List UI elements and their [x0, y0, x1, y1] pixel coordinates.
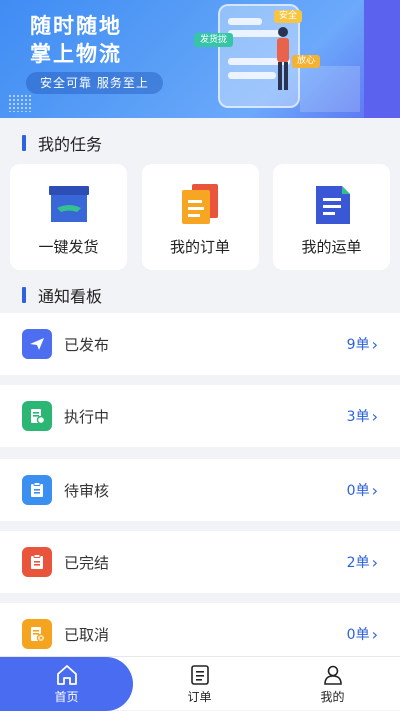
task-label: 一键发货 [38, 238, 99, 256]
tab-label: 订单 [187, 689, 212, 704]
banner-title-line1: 随时随地 [30, 14, 122, 38]
doc-cancel-icon [22, 619, 52, 649]
task-card-ship[interactable]: 一键发货 [10, 164, 127, 270]
notice-row-completed[interactable]: 已完结 2单 › [0, 531, 400, 593]
notice-row-in-progress[interactable]: 执行中 3单 › [0, 385, 400, 447]
task-label: 我的订单 [169, 238, 230, 256]
chevron-right-icon: › [371, 624, 378, 644]
doc-gear-icon [22, 401, 52, 431]
user-icon [323, 665, 342, 685]
order-list-icon [190, 664, 209, 685]
banner-stripe [364, 0, 400, 118]
clipboard-check-icon [22, 547, 52, 577]
waybill-doc-icon [315, 186, 350, 224]
chevron-right-icon: › [371, 406, 378, 426]
task-cards: 一键发货 我的订单 我的运单 [10, 164, 390, 270]
tab-orders[interactable]: 订单 [133, 657, 266, 711]
order-doc-icon [182, 184, 218, 224]
paper-plane-icon [22, 329, 52, 359]
section-title-text: 通知看板 [38, 287, 103, 306]
chevron-right-icon: › [371, 334, 378, 354]
section-my-tasks: 我的任务 [22, 131, 102, 155]
tab-label: 首页 [54, 689, 79, 704]
tab-home[interactable]: 首页 [0, 657, 133, 711]
banner-tag-safe: 安全 [274, 10, 303, 23]
banner-tag-send: 发货拢 [194, 33, 234, 47]
banner-dots-decoration [8, 94, 32, 112]
notice-row-published[interactable]: 已发布 9单 › [0, 313, 400, 375]
promo-banner[interactable]: 随时随地 掌上物流 安全可靠 服务至上 发货拢 安全 放心 [0, 0, 400, 118]
notice-count: 2单 › [346, 552, 378, 572]
notice-count: 0单 › [346, 624, 378, 644]
notice-label: 待审核 [64, 481, 110, 500]
notice-count: 3单 › [346, 406, 378, 426]
banner-boxes-illustration [300, 66, 360, 112]
chevron-right-icon: › [371, 552, 378, 572]
task-card-orders[interactable]: 我的订单 [141, 164, 259, 270]
tab-label: 我的 [320, 689, 345, 704]
section-accent-bar [22, 135, 26, 151]
person-illustration [277, 27, 289, 90]
banner-title-line2: 掌上物流 [30, 42, 122, 66]
clipboard-icon [22, 475, 52, 505]
section-accent-bar [22, 287, 26, 303]
box-icon [48, 186, 89, 222]
notice-count: 0单 › [346, 480, 378, 500]
bottom-tab-bar: 首页 订单 我的 [0, 656, 400, 711]
task-card-waybills[interactable]: 我的运单 [273, 164, 390, 270]
notice-count: 9单 › [346, 334, 378, 354]
chevron-right-icon: › [371, 480, 378, 500]
notice-label: 执行中 [64, 407, 110, 426]
home-icon [56, 664, 77, 685]
banner-tag-heart: 放心 [292, 55, 321, 68]
notice-label: 已取消 [64, 625, 110, 644]
notice-label: 已发布 [64, 335, 110, 354]
notice-row-pending-review[interactable]: 待审核 0单 › [0, 459, 400, 521]
task-label: 我的运单 [301, 238, 362, 256]
section-notice-board: 通知看板 [22, 283, 102, 307]
tab-mine[interactable]: 我的 [266, 657, 399, 711]
notice-label: 已完结 [64, 553, 110, 572]
section-title-text: 我的任务 [38, 135, 103, 154]
banner-slogan: 安全可靠 服务至上 [26, 72, 163, 94]
